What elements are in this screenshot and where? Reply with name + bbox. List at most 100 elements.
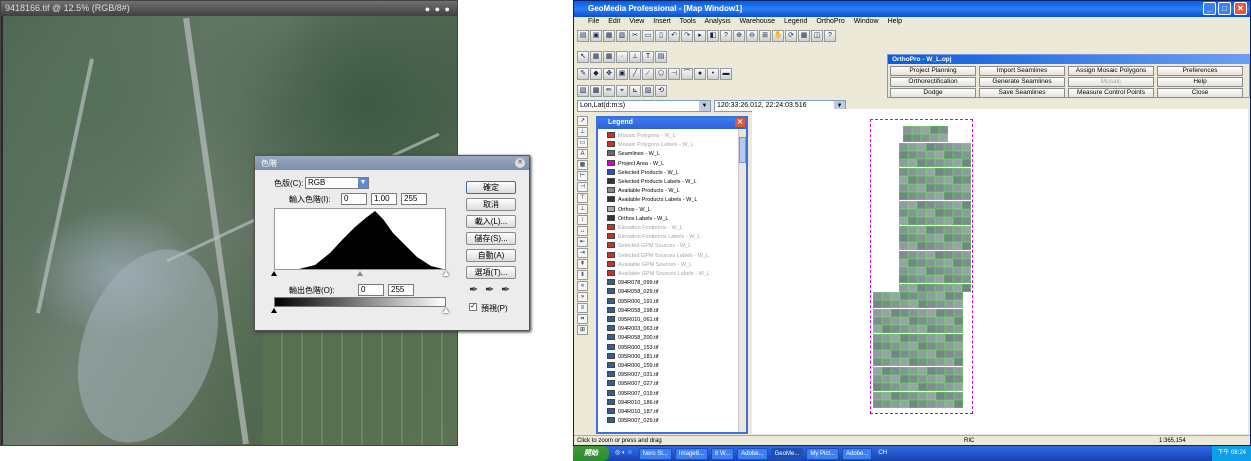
cut-icon[interactable]: ✂ [629, 30, 641, 42]
language-indicator[interactable]: CH [875, 448, 890, 460]
tool-icon[interactable]: A [577, 149, 588, 159]
preferences-button[interactable]: Preferences [1157, 66, 1243, 76]
close-button[interactable]: Close [1157, 88, 1243, 98]
legend-item[interactable]: 094R058_200.tif [600, 334, 658, 342]
tool-icon[interactable]: ⊤ [577, 193, 588, 203]
tool-icon[interactable]: ⇥ [577, 248, 588, 258]
tool-icon[interactable]: ⊣ [577, 182, 588, 192]
menu-window[interactable]: Window [854, 18, 879, 25]
menu-tools[interactable]: Tools [680, 18, 696, 25]
undo-icon[interactable]: ↶ [668, 30, 680, 42]
legend-item[interactable]: 094R058_029.tif [600, 288, 658, 296]
input-gamma-field[interactable]: 1.00 [371, 193, 397, 205]
orthopro-title[interactable]: OrthoPro - W_L.opj [888, 55, 1249, 64]
start-button[interactable]: 開始 [573, 446, 609, 461]
task-button[interactable]: Adobe... [737, 447, 768, 460]
measure-icon[interactable]: ⊥ [629, 51, 641, 63]
grid2-icon[interactable]: ▦ [603, 51, 615, 63]
sync-icon[interactable]: ⟲ [655, 85, 667, 97]
pan-icon[interactable]: ✋ [772, 30, 784, 42]
legend-item[interactable]: Elevation Footprints Labels - W_L [600, 233, 701, 241]
task-button[interactable]: Nero St... [638, 447, 672, 460]
channel-select[interactable]: RGB ▼ [305, 177, 369, 189]
snap-icon[interactable]: ⌖ [616, 85, 628, 97]
query-icon[interactable]: ? [720, 30, 732, 42]
legend-item[interactable]: Selected GPM Sources Labels - W_L [600, 251, 709, 260]
point-icon[interactable]: · [616, 51, 628, 63]
dodge-button[interactable]: Dodge [890, 88, 976, 98]
project-planning-button[interactable]: Project Planning [890, 66, 976, 76]
label-icon[interactable]: T [642, 51, 654, 63]
input-white-slider[interactable] [443, 271, 449, 276]
gray-eyedropper-icon[interactable]: ✒ [485, 283, 494, 296]
save-button[interactable]: 儲存(S)... [466, 232, 516, 245]
legend-item[interactable]: Available Products Labels - W_L [600, 196, 697, 204]
output-white-field[interactable]: 255 [388, 284, 414, 296]
legend-item[interactable]: 095R000_153.tif [600, 343, 658, 352]
preview-checkbox[interactable]: ✓ [469, 303, 477, 311]
ok-button[interactable]: 確定 [466, 181, 516, 194]
geomedia-titlebar[interactable]: GeoMedia Professional - [Map Window1] _ … [574, 1, 1250, 17]
pencil-icon[interactable]: ✏ [603, 85, 615, 97]
map-icon[interactable]: ▣ [616, 68, 628, 80]
polyline-icon[interactable]: ⟋ [642, 68, 654, 80]
close-icon[interactable]: ✕ [1234, 2, 1247, 15]
input-black-slider[interactable] [271, 271, 277, 276]
black-eyedropper-icon[interactable]: ✒ [469, 283, 478, 296]
quick-launch-icon[interactable]: ◎ ◐ ☆ [612, 448, 636, 460]
save-icon[interactable]: ▦ [603, 30, 615, 42]
legend-item[interactable]: 095R007_027.tif [600, 380, 658, 388]
fit-icon[interactable]: ⊞ [759, 30, 771, 42]
options-button[interactable]: 選項(T)... [466, 266, 516, 279]
legend-item[interactable]: 095R007_019.tif [600, 389, 658, 398]
paste-icon[interactable]: ▯ [655, 30, 667, 42]
input-black-field[interactable]: 0 [341, 193, 367, 205]
menu-view[interactable]: View [629, 18, 644, 25]
menu-help[interactable]: Help [888, 18, 902, 25]
legend-titlebar[interactable]: Legend ✕ [598, 118, 746, 129]
legend-item[interactable]: 094R010_187.tif [600, 408, 658, 416]
coordinate-system-select[interactable]: Lon,Lat(d:m:s) ▼ [577, 100, 711, 112]
legend-item[interactable]: 094R010_186.tif [600, 398, 658, 407]
legend-item[interactable]: Orthos - W_L [600, 205, 651, 214]
draw-icon[interactable]: ▧ [577, 85, 589, 97]
tool-icon[interactable]: ⇟ [577, 270, 588, 280]
zoom-in-icon[interactable]: ⊕ [733, 30, 745, 42]
legend-item[interactable]: Selected GPM Sources - W_L [600, 242, 691, 250]
scrollbar-thumb[interactable] [739, 137, 746, 163]
circle-icon[interactable]: ● [694, 68, 706, 80]
legend-item[interactable]: 095R006_181.tif [600, 352, 658, 361]
edit-icon[interactable]: ✎ [577, 68, 589, 80]
tool-icon[interactable]: ⌗ [577, 314, 588, 324]
table2-icon[interactable]: ▤ [655, 51, 667, 63]
copy-icon[interactable]: ▭ [642, 30, 654, 42]
polygon-icon[interactable]: ⬠ [655, 68, 667, 80]
legend-item[interactable]: Available GPM Sources Labels - W_L [600, 270, 710, 278]
legend-item[interactable]: Available Products - W_L [600, 187, 680, 195]
minimize-icon[interactable]: _ [1203, 2, 1216, 15]
line-icon[interactable]: ╱ [629, 68, 641, 80]
print-icon[interactable]: ▥ [616, 30, 628, 42]
tool-icon[interactable]: ↗ [577, 116, 588, 126]
open-icon[interactable]: ▣ [590, 30, 602, 42]
legend-item[interactable]: 095R010_061.tif [600, 316, 658, 324]
ortho-icon[interactable]: ⊾ [629, 85, 641, 97]
legend-item[interactable]: 094R006_159.tif [600, 362, 658, 370]
clock[interactable]: 下午 08:24 [1217, 450, 1246, 456]
menu-analysis[interactable]: Analysis [705, 18, 731, 25]
tool-icon[interactable]: » [577, 292, 588, 302]
table-icon[interactable]: ▦ [798, 30, 810, 42]
rect-icon[interactable]: ▬ [720, 68, 732, 80]
task-button[interactable]: Image8... [674, 447, 708, 460]
task-button[interactable]: My Pict... [806, 447, 839, 460]
area-icon[interactable]: ▩ [590, 85, 602, 97]
legend-item[interactable]: 094R003_063.tif [600, 325, 658, 333]
legend-item[interactable]: Selected Products Labels - W_L [600, 178, 697, 186]
tool-icon[interactable]: ⊢ [577, 171, 588, 181]
legend-item[interactable]: Elevation Footprints - W_L [600, 224, 683, 232]
window-controls-icon[interactable]: ● ● ● [425, 4, 451, 14]
redo-icon[interactable]: ↷ [681, 30, 693, 42]
menu-legend[interactable]: Legend [784, 18, 807, 25]
load-button[interactable]: 載入(L)... [466, 215, 516, 228]
close-icon[interactable]: ✕ [515, 158, 525, 168]
